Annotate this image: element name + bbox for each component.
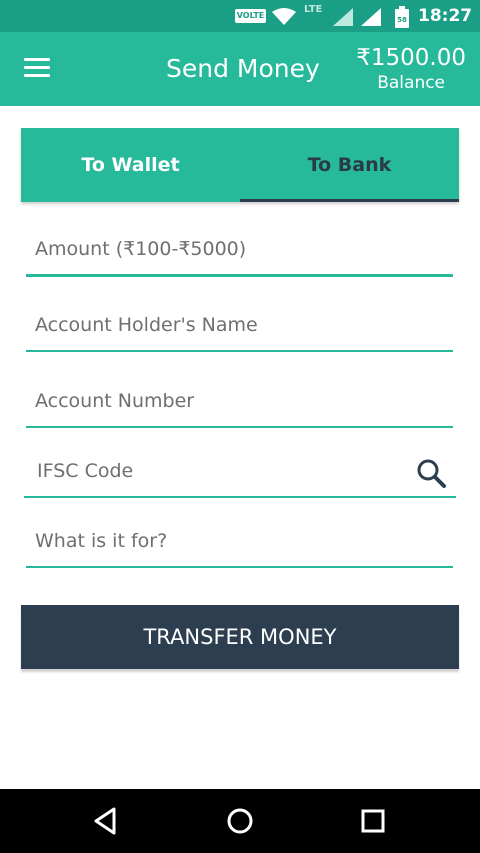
search-icon[interactable] (414, 456, 448, 490)
purpose-input[interactable] (26, 518, 453, 564)
app-bar: Send Money ₹1500.00 Balance (0, 32, 480, 106)
balance-amount: ₹1500.00 (356, 45, 466, 71)
account-holder-name-field (26, 302, 453, 352)
signal-icon (333, 8, 353, 26)
tab-selected-indicator (240, 199, 459, 202)
account-number-field (26, 378, 453, 428)
back-icon[interactable] (86, 803, 126, 839)
amount-field (26, 226, 453, 277)
recents-icon[interactable] (353, 803, 393, 839)
battery-icon: 58 (395, 6, 409, 28)
account-holder-name-input[interactable] (26, 302, 453, 348)
amount-input[interactable] (26, 226, 453, 272)
ifsc-code-field (24, 448, 456, 498)
transfer-money-button[interactable]: TRANSFER MONEY (21, 605, 459, 669)
wifi-icon (272, 8, 296, 25)
clock: 18:27 (418, 6, 473, 26)
network-type: LTE (304, 4, 323, 15)
transfer-tabs: To Wallet To Bank (21, 128, 459, 202)
balance-display: ₹1500.00 Balance (356, 44, 466, 94)
battery-level: 58 (397, 16, 407, 24)
purpose-field (26, 518, 453, 568)
home-icon[interactable] (220, 803, 260, 839)
volte-indicator: VOLTE (235, 9, 266, 23)
tab-to-wallet[interactable]: To Wallet (21, 128, 240, 202)
ifsc-code-input[interactable] (24, 448, 456, 494)
page-title: Send Money (166, 54, 320, 83)
tab-to-bank[interactable]: To Bank (240, 128, 459, 202)
hamburger-menu-icon[interactable] (24, 58, 50, 78)
balance-label: Balance (377, 73, 446, 93)
signal-icon (361, 8, 381, 26)
system-nav-bar (0, 789, 480, 853)
status-bar: VOLTE LTE 58 18:27 (0, 0, 480, 32)
account-number-input[interactable] (26, 378, 453, 424)
